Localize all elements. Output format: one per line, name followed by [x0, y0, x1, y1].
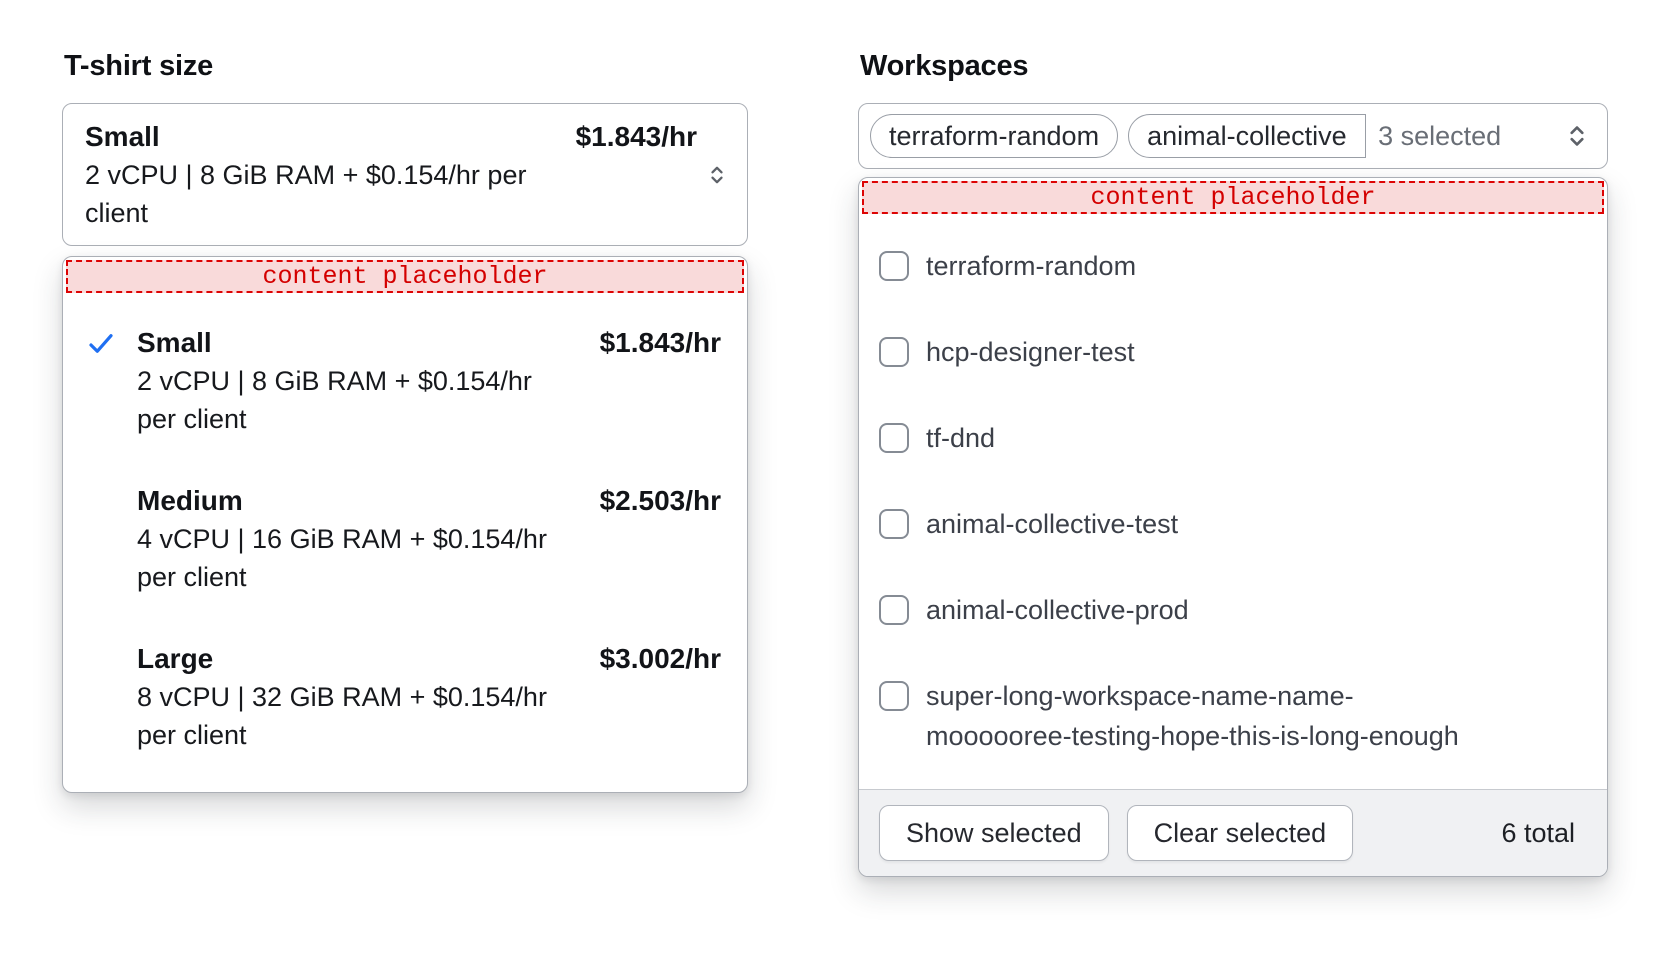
workspace-option-label: tf-dnd [926, 418, 995, 458]
content-placeholder-banner: content placeholder [862, 181, 1604, 214]
chevron-up-down-icon [705, 163, 729, 187]
workspaces-field: Workspaces terraform-random animal-colle… [858, 50, 1608, 877]
workspace-option-animal-collective-prod[interactable]: animal-collective-prod [859, 567, 1607, 653]
workspace-option-label: super-long-workspace-name-name-moooooree… [926, 676, 1488, 756]
checkbox-unchecked-icon[interactable] [879, 423, 909, 453]
selected-size-description: 2 vCPU | 8 GiB RAM + $0.154/hr per clien… [85, 156, 585, 232]
option-description: 4 vCPU | 16 GiB RAM + $0.154/hr per clie… [137, 520, 577, 596]
option-price: $2.503/hr [600, 482, 721, 520]
selected-size-price: $1.843/hr [576, 118, 697, 156]
content-placeholder-banner: content placeholder [66, 260, 744, 293]
checkbox-unchecked-icon[interactable] [879, 681, 909, 711]
checkbox-unchecked-icon[interactable] [879, 595, 909, 625]
option-large[interactable]: Large $3.002/hr 8 vCPU | 32 GiB RAM + $0… [63, 618, 747, 776]
option-price: $1.843/hr [600, 324, 721, 362]
tshirt-size-dropdown: content placeholder Small $1.843/hr 2 vC… [62, 256, 748, 793]
checkmark-icon [85, 324, 137, 359]
tshirt-size-label: T-shirt size [64, 50, 748, 83]
tshirt-size-field: T-shirt size Small $1.843/hr 2 vCPU | 8 … [62, 50, 748, 793]
checkmark-placeholder [85, 640, 137, 643]
option-medium[interactable]: Medium $2.503/hr 4 vCPU | 16 GiB RAM + $… [63, 460, 747, 618]
workspace-option-label: animal-collective-test [926, 504, 1178, 544]
tshirt-size-select-trigger[interactable]: Small $1.843/hr 2 vCPU | 8 GiB RAM + $0.… [62, 103, 748, 246]
checkbox-unchecked-icon[interactable] [879, 251, 909, 281]
selected-workspace-tags: terraform-random animal-collective [870, 114, 1366, 158]
workspace-option-super-long-workspace[interactable]: super-long-workspace-name-name-moooooree… [859, 653, 1607, 779]
workspace-option-list: terraform-random hcp-designer-test tf-dn… [859, 217, 1607, 789]
option-title: Medium [137, 482, 243, 520]
checkbox-unchecked-icon[interactable] [879, 337, 909, 367]
workspace-option-tf-dnd[interactable]: tf-dnd [859, 395, 1607, 481]
checkbox-unchecked-icon[interactable] [879, 509, 909, 539]
workspace-option-label: hcp-designer-test [926, 332, 1135, 372]
tag-terraform-random: terraform-random [870, 114, 1118, 158]
workspaces-dropdown: content placeholder terraform-random hcp… [858, 177, 1608, 877]
selected-size-summary: Small $1.843/hr 2 vCPU | 8 GiB RAM + $0.… [85, 118, 697, 231]
selected-size-title: Small [85, 118, 160, 156]
total-count-label: 6 total [1501, 818, 1587, 849]
workspaces-select-trigger[interactable]: terraform-random animal-collective 3 sel… [858, 103, 1608, 169]
option-title: Large [137, 640, 213, 678]
workspace-option-label: animal-collective-prod [926, 590, 1189, 630]
clear-selected-button[interactable]: Clear selected [1127, 805, 1354, 861]
chevron-up-down-icon [1563, 122, 1591, 150]
show-selected-button[interactable]: Show selected [879, 805, 1109, 861]
option-small[interactable]: Small $1.843/hr 2 vCPU | 8 GiB RAM + $0.… [63, 302, 747, 460]
option-title: Small [137, 324, 212, 362]
workspace-option-animal-collective-test[interactable]: animal-collective-test [859, 481, 1607, 567]
option-description: 2 vCPU | 8 GiB RAM + $0.154/hr per clien… [137, 362, 577, 438]
checkmark-placeholder [85, 482, 137, 485]
workspace-option-terraform-random[interactable]: terraform-random [859, 223, 1607, 309]
selected-count-label: 3 selected [1378, 121, 1501, 152]
option-price: $3.002/hr [600, 640, 721, 678]
workspaces-dropdown-footer: Show selected Clear selected 6 total [859, 789, 1607, 876]
size-option-list: Small $1.843/hr 2 vCPU | 8 GiB RAM + $0.… [63, 296, 747, 792]
tag-animal-collective: animal-collective [1128, 114, 1366, 158]
workspaces-label: Workspaces [860, 50, 1608, 83]
option-description: 8 vCPU | 32 GiB RAM + $0.154/hr per clie… [137, 678, 577, 754]
workspace-option-hcp-designer-test[interactable]: hcp-designer-test [859, 309, 1607, 395]
workspace-option-label: terraform-random [926, 246, 1136, 286]
